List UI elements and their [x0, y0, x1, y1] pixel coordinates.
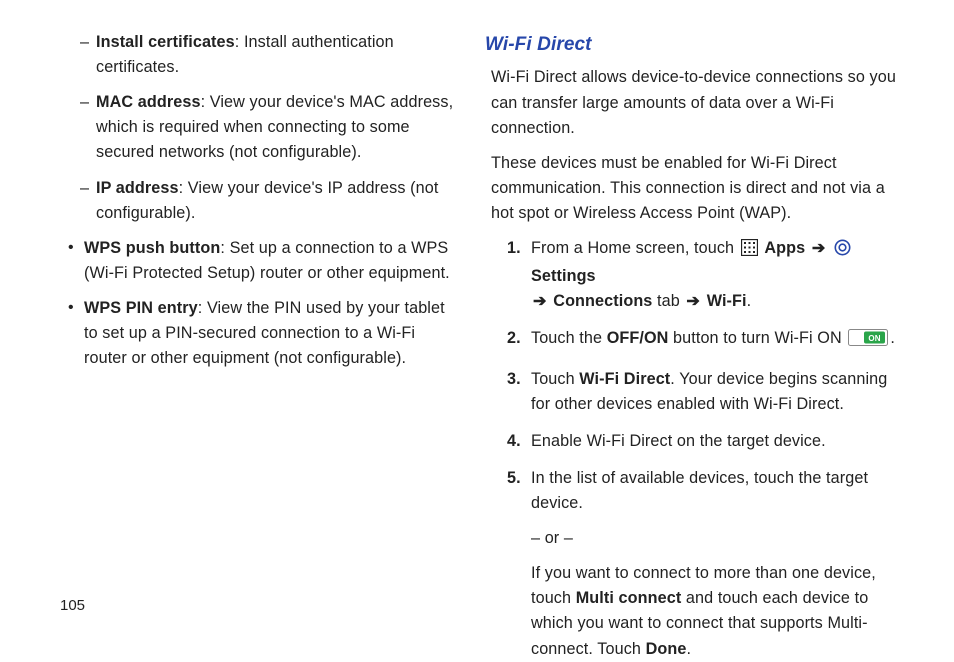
list-item: 2. Touch the OFF/ON button to turn Wi-Fi…	[531, 326, 908, 354]
on-toggle-icon: ON	[848, 329, 888, 354]
offon-label: OFF/ON	[607, 329, 669, 347]
multi-connect-label: Multi connect	[576, 589, 682, 607]
section-heading: Wi-Fi Direct	[485, 30, 908, 59]
step-number: 2.	[507, 326, 521, 351]
term: Install certificates	[96, 33, 235, 51]
left-column: Install certificates: Install authentica…	[46, 30, 477, 616]
arrow-icon: ➔	[531, 292, 549, 310]
term: WPS push button	[84, 239, 220, 257]
term: MAC address	[96, 93, 201, 111]
step-continuation: If you want to connect to more than one …	[531, 561, 908, 661]
settings-label: Settings	[531, 267, 596, 285]
manual-page: Install certificates: Install authentica…	[0, 0, 954, 636]
list-item: IP address: View your device's IP addres…	[96, 176, 455, 226]
apps-grid-icon	[741, 239, 758, 264]
step-number: 4.	[507, 429, 521, 454]
apps-label: Apps	[764, 239, 805, 257]
list-item: Install certificates: Install authentica…	[96, 30, 455, 80]
step-text: In the list of available devices, touch …	[531, 469, 868, 512]
dash-list: Install certificates: Install authentica…	[46, 30, 455, 226]
term: WPS PIN entry	[84, 299, 198, 317]
wifi-label: Wi-Fi	[707, 292, 747, 310]
step-number: 5.	[507, 466, 521, 491]
intro-paragraph: Wi-Fi Direct allows device-to-device con…	[485, 65, 908, 140]
arrow-icon: ➔	[684, 292, 702, 310]
right-column: Wi-Fi Direct Wi-Fi Direct allows device-…	[477, 30, 908, 616]
period: .	[686, 640, 691, 658]
list-item: 4. Enable Wi-Fi Direct on the target dev…	[531, 429, 908, 454]
list-item: MAC address: View your device's MAC addr…	[96, 90, 455, 165]
arrow-icon: ➔	[810, 239, 828, 257]
step-number: 1.	[507, 236, 521, 261]
connections-label: Connections	[553, 292, 652, 310]
step-text-part: button to turn Wi-Fi ON	[668, 329, 846, 347]
list-item: 5. In the list of available devices, tou…	[531, 466, 908, 662]
step-text-part: From a Home screen, touch	[531, 239, 739, 257]
list-item: 3. Touch Wi-Fi Direct. Your device begin…	[531, 367, 908, 417]
list-item: WPS push button: Set up a connection to …	[84, 236, 455, 286]
step-text: Enable Wi-Fi Direct on the target device…	[531, 432, 826, 450]
step-text-part: Touch the	[531, 329, 607, 347]
settings-gear-icon	[834, 239, 851, 264]
period: .	[747, 292, 752, 310]
list-item: 1. From a Home screen, touch Apps ➔	[531, 236, 908, 314]
or-divider: – or –	[531, 526, 908, 551]
intro-paragraph: These devices must be enabled for Wi-Fi …	[485, 151, 908, 226]
page-number: 105	[60, 597, 85, 614]
done-label: Done	[646, 640, 687, 658]
term: IP address	[96, 179, 179, 197]
period: .	[890, 329, 895, 347]
svg-text:ON: ON	[869, 334, 881, 343]
step-text-part: Touch	[531, 370, 579, 388]
step-text-part: tab	[652, 292, 684, 310]
wifi-direct-label: Wi-Fi Direct	[579, 370, 670, 388]
step-number: 3.	[507, 367, 521, 392]
numbered-list: 1. From a Home screen, touch Apps ➔	[485, 236, 908, 662]
list-item: WPS PIN entry: View the PIN used by your…	[84, 296, 455, 371]
bullet-list: WPS push button: Set up a connection to …	[46, 236, 455, 372]
